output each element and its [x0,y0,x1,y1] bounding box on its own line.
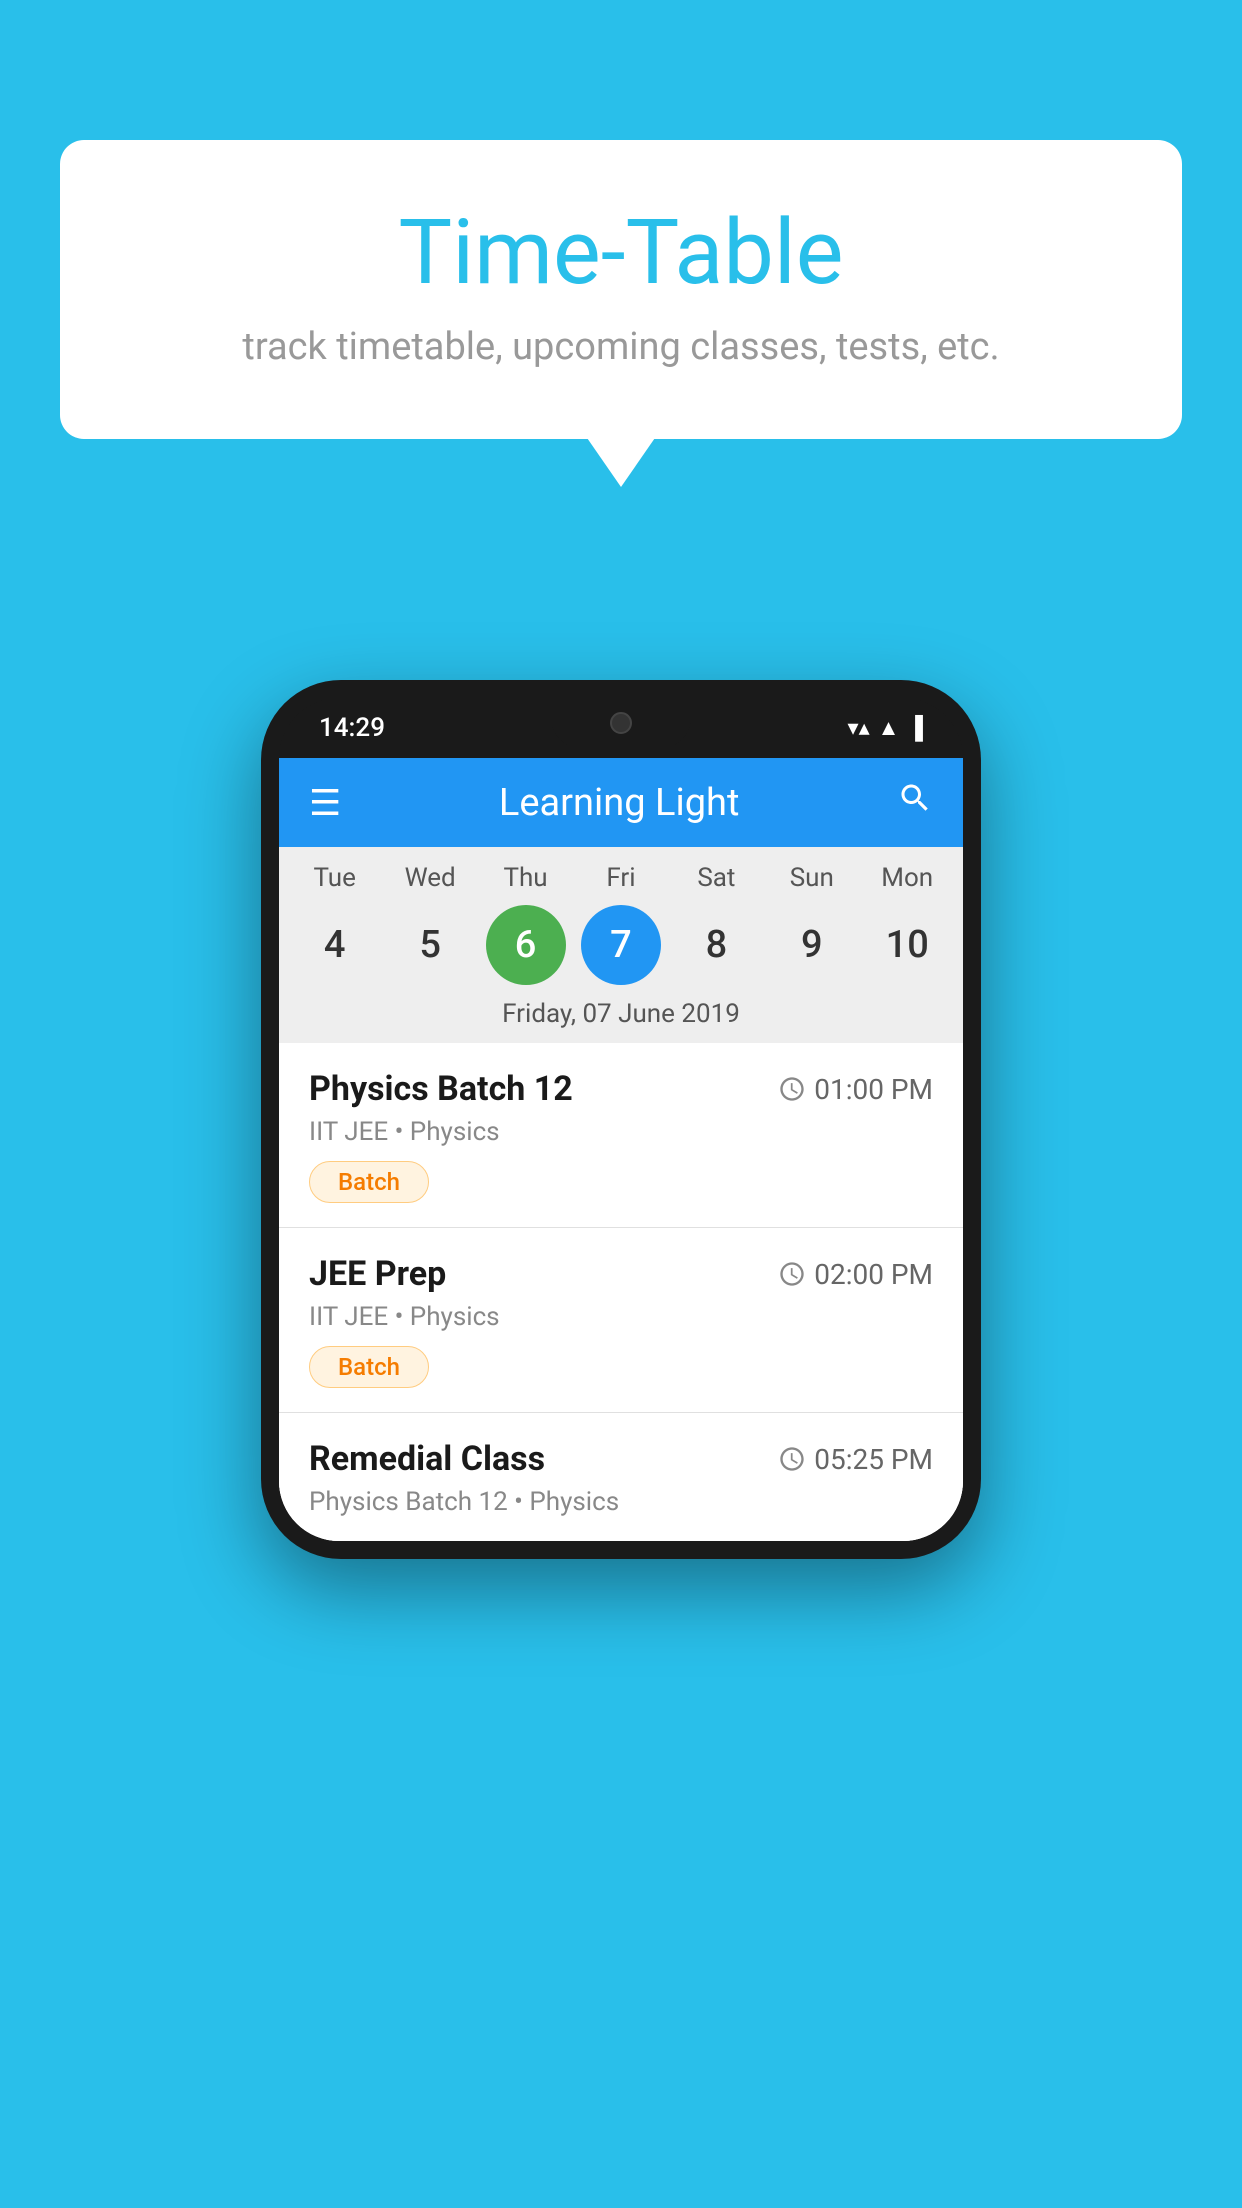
schedule-name-2: JEE Prep [309,1254,446,1294]
schedule-item-1[interactable]: Physics Batch 12 01:00 PM IIT JEE • Phys… [279,1043,963,1228]
schedule-item-3-header: Remedial Class 05:25 PM [309,1439,933,1479]
camera-dot [610,712,632,734]
schedule-item-2-header: JEE Prep 02:00 PM [309,1254,933,1294]
day-number-5[interactable]: 5 [390,905,470,985]
day-number-10[interactable]: 10 [867,905,947,985]
day-header-mon[interactable]: Mon [867,863,947,893]
schedule-time-2: 02:00 PM [778,1258,933,1291]
day-number-4[interactable]: 4 [295,905,375,985]
status-bar: 14:29 ▾▴ ▲ ▐ [279,698,963,758]
bubble-title: Time-Table [140,200,1102,305]
day-header-wed[interactable]: Wed [390,863,470,893]
selected-date-label: Friday, 07 June 2019 [279,999,963,1043]
bubble-subtitle: track timetable, upcoming classes, tests… [140,325,1102,369]
status-icons: ▾▴ ▲ ▐ [848,715,923,741]
day-header-thu[interactable]: Thu [486,863,566,893]
day-number-8[interactable]: 8 [676,905,756,985]
schedule-detail-1: IIT JEE • Physics [309,1117,933,1147]
day-numbers: 4 5 6 7 8 9 10 [279,905,963,985]
schedule-name-1: Physics Batch 12 [309,1069,573,1109]
schedule-detail-3: Physics Batch 12 • Physics [309,1487,933,1517]
day-number-6-today[interactable]: 6 [486,905,566,985]
schedule-time-3: 05:25 PM [778,1443,933,1476]
schedule-name-3: Remedial Class [309,1439,545,1479]
schedule-time-1: 01:00 PM [778,1073,933,1106]
battery-icon: ▐ [907,715,923,741]
phone-frame: 14:29 ▾▴ ▲ ▐ ☰ Learning Light [261,680,981,1559]
speech-bubble: Time-Table track timetable, upcoming cla… [60,140,1182,439]
clock-icon-1 [778,1075,806,1103]
schedule-list: Physics Batch 12 01:00 PM IIT JEE • Phys… [279,1043,963,1541]
phone-wrapper: 14:29 ▾▴ ▲ ▐ ☰ Learning Light [261,680,981,1559]
schedule-item-1-header: Physics Batch 12 01:00 PM [309,1069,933,1109]
wifi-icon: ▾▴ [848,716,870,741]
batch-badge-1: Batch [309,1161,429,1203]
clock-icon-3 [778,1445,806,1473]
speech-bubble-container: Time-Table track timetable, upcoming cla… [60,140,1182,439]
hamburger-icon[interactable]: ☰ [309,785,341,821]
clock-icon-2 [778,1260,806,1288]
app-bar: ☰ Learning Light [279,758,963,847]
day-header-sat[interactable]: Sat [676,863,756,893]
schedule-item-2[interactable]: JEE Prep 02:00 PM IIT JEE • Physics Batc… [279,1228,963,1413]
day-header-fri[interactable]: Fri [581,863,661,893]
batch-badge-2: Batch [309,1346,429,1388]
phone-notch [551,698,691,748]
day-header-tue[interactable]: Tue [295,863,375,893]
day-number-9[interactable]: 9 [772,905,852,985]
day-header-sun[interactable]: Sun [772,863,852,893]
day-number-7-selected[interactable]: 7 [581,905,661,985]
signal-icon: ▲ [878,715,900,741]
schedule-item-3[interactable]: Remedial Class 05:25 PM Physics Batch 12… [279,1413,963,1541]
calendar-strip: Tue Wed Thu Fri Sat Sun Mon 4 5 6 7 8 9 … [279,847,963,1043]
status-time: 14:29 [319,713,385,743]
schedule-detail-2: IIT JEE • Physics [309,1302,933,1332]
app-title: Learning Light [499,781,740,825]
day-headers: Tue Wed Thu Fri Sat Sun Mon [279,863,963,893]
search-icon[interactable] [897,780,933,825]
phone-screen: ☰ Learning Light Tue Wed Thu Fri Sat Sun [279,758,963,1541]
